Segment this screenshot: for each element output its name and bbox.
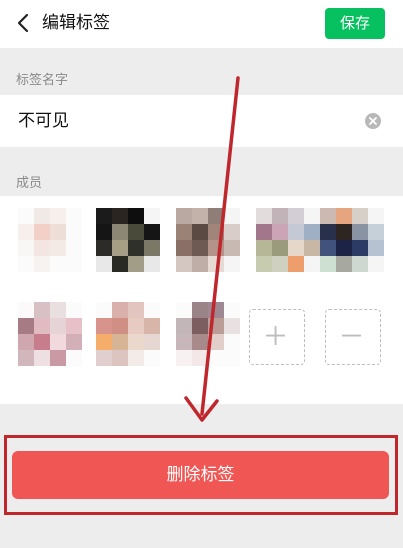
member-avatar[interactable] — [18, 302, 82, 366]
member-avatar[interactable] — [256, 208, 320, 272]
member-avatar[interactable] — [320, 208, 384, 272]
page-title: 编辑标签 — [42, 13, 110, 33]
header-bar: 编辑标签 保存 — [0, 0, 403, 48]
plus-icon — [266, 326, 286, 346]
chevron-left-icon[interactable] — [12, 11, 36, 35]
member-avatar[interactable] — [96, 208, 160, 272]
members-label: 成员 — [16, 176, 43, 191]
member-avatar[interactable] — [176, 302, 240, 366]
member-avatar[interactable] — [176, 208, 240, 272]
members-panel — [0, 196, 403, 404]
minus-icon — [342, 334, 362, 337]
tag-name-field[interactable]: 不可见 — [0, 95, 403, 147]
tag-name-value[interactable]: 不可见 — [18, 110, 69, 132]
tag-name-label: 标签名字 — [16, 73, 69, 88]
save-button[interactable]: 保存 — [325, 8, 385, 39]
clear-circle-icon[interactable] — [365, 113, 381, 129]
member-avatar[interactable] — [18, 208, 82, 272]
member-avatar[interactable] — [96, 302, 160, 366]
add-member-button[interactable] — [249, 309, 305, 365]
delete-tag-button[interactable]: 删除标签 — [12, 451, 389, 499]
remove-member-button[interactable] — [325, 309, 381, 365]
